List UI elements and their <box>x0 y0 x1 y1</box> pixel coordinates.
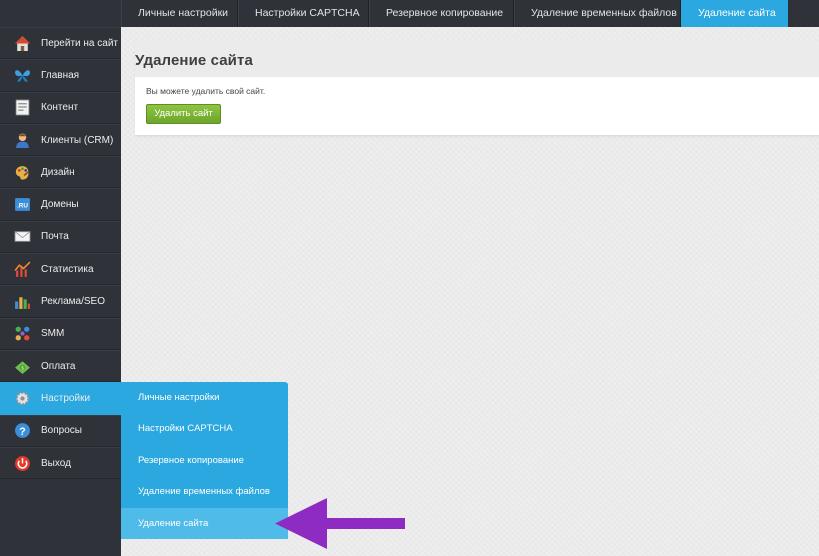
sidebar-item-statistics[interactable]: Статистика <box>0 253 121 286</box>
submenu-item-personal-settings[interactable]: Личные настройки <box>121 382 288 413</box>
sidebar-item-questions[interactable]: ? Вопросы <box>0 414 121 447</box>
sidebar-item-label: Статистика <box>41 263 94 275</box>
sidebar-item-label: Реклама/SEO <box>41 296 106 308</box>
svg-text:.RU: .RU <box>17 203 28 210</box>
home-icon <box>14 35 31 52</box>
pointer-arrow-annotation <box>275 498 405 549</box>
sidebar-item-label: Дизайн <box>41 166 75 178</box>
sidebar-item-clients-crm[interactable]: Клиенты (CRM) <box>0 123 121 157</box>
sidebar-item-label: Главная <box>41 69 80 81</box>
submenu-item-temp-files-deletion[interactable]: Удаление временных файлов <box>121 476 288 507</box>
sidebar-item-label: Перейти на сайт <box>41 37 118 49</box>
sidebar: Перейти на сайт Главная Контент Клиенты … <box>0 27 121 556</box>
submenu-item-captcha-settings[interactable]: Настройки CAPTCHA <box>121 413 288 444</box>
sidebar-item-label: Вопросы <box>41 425 82 437</box>
sidebar-item-settings[interactable]: Настройки <box>0 382 121 415</box>
money-icon: $ <box>14 358 31 375</box>
bar-chart-icon <box>14 293 31 310</box>
envelope-icon <box>14 228 31 245</box>
sidebar-item-domains[interactable]: .RU Домены <box>0 188 121 221</box>
page-title: Удаление сайта <box>135 52 253 69</box>
description-text: Вы можете удалить свой сайт. <box>146 86 266 96</box>
settings-submenu: Личные настройки Настройки CAPTCHA Резер… <box>121 382 288 539</box>
sidebar-item-label: Выход <box>41 457 71 469</box>
top-tab-bar: Личные настройки Настройки CAPTCHA Резер… <box>0 0 819 27</box>
sidebar-item-label: Почта <box>41 231 69 243</box>
sidebar-item-label: Клиенты (CRM) <box>41 134 114 146</box>
tab-personal-settings[interactable]: Личные настройки <box>121 0 238 27</box>
ru-domain-icon: .RU <box>14 196 31 213</box>
tab-captcha-settings[interactable]: Настройки CAPTCHA <box>238 0 369 27</box>
sidebar-item-ads-seo[interactable]: Реклама/SEO <box>0 285 121 318</box>
sidebar-item-design[interactable]: Дизайн <box>0 156 121 189</box>
svg-text:?: ? <box>19 426 25 438</box>
sidebar-item-label: Домены <box>41 199 79 211</box>
sidebar-item-main[interactable]: Главная <box>0 59 121 92</box>
delete-site-button[interactable]: Удалить сайт <box>146 104 221 124</box>
sidebar-item-label: Контент <box>41 102 79 114</box>
user-icon <box>14 132 31 149</box>
tab-temp-files-deletion[interactable]: Удаление временных файлов <box>514 0 681 27</box>
sidebar-item-label: SMM <box>41 328 65 340</box>
document-icon <box>14 99 31 116</box>
chart-line-icon <box>14 261 31 278</box>
question-icon: ? <box>14 422 31 439</box>
sidebar-item-mail[interactable]: Почта <box>0 220 121 254</box>
tab-backup[interactable]: Резервное копирование <box>369 0 514 27</box>
gear-icon <box>14 390 31 407</box>
sidebar-item-label: Оплата <box>41 360 76 372</box>
sidebar-item-payment[interactable]: $ Оплата <box>0 349 121 383</box>
site-deletion-panel: Удаление сайта Вы можете удалить свой са… <box>135 41 819 136</box>
sidebar-item-label: Настройки <box>41 392 91 404</box>
network-icon <box>14 325 31 342</box>
settings-tabs: Личные настройки Настройки CAPTCHA Резер… <box>121 0 788 27</box>
submenu-item-backup[interactable]: Резервное копирование <box>121 445 288 476</box>
sidebar-item-content[interactable]: Контент <box>0 91 121 124</box>
tab-site-deletion[interactable]: Удаление сайта <box>681 0 788 27</box>
power-icon <box>14 455 31 472</box>
butterfly-icon <box>14 67 31 84</box>
sidebar-item-smm[interactable]: SMM <box>0 317 121 350</box>
palette-icon <box>14 164 31 181</box>
sidebar-item-go-to-site[interactable]: Перейти на сайт <box>0 27 121 60</box>
sidebar-item-exit[interactable]: Выход <box>0 446 121 480</box>
submenu-item-site-deletion[interactable]: Удаление сайта <box>121 507 288 539</box>
